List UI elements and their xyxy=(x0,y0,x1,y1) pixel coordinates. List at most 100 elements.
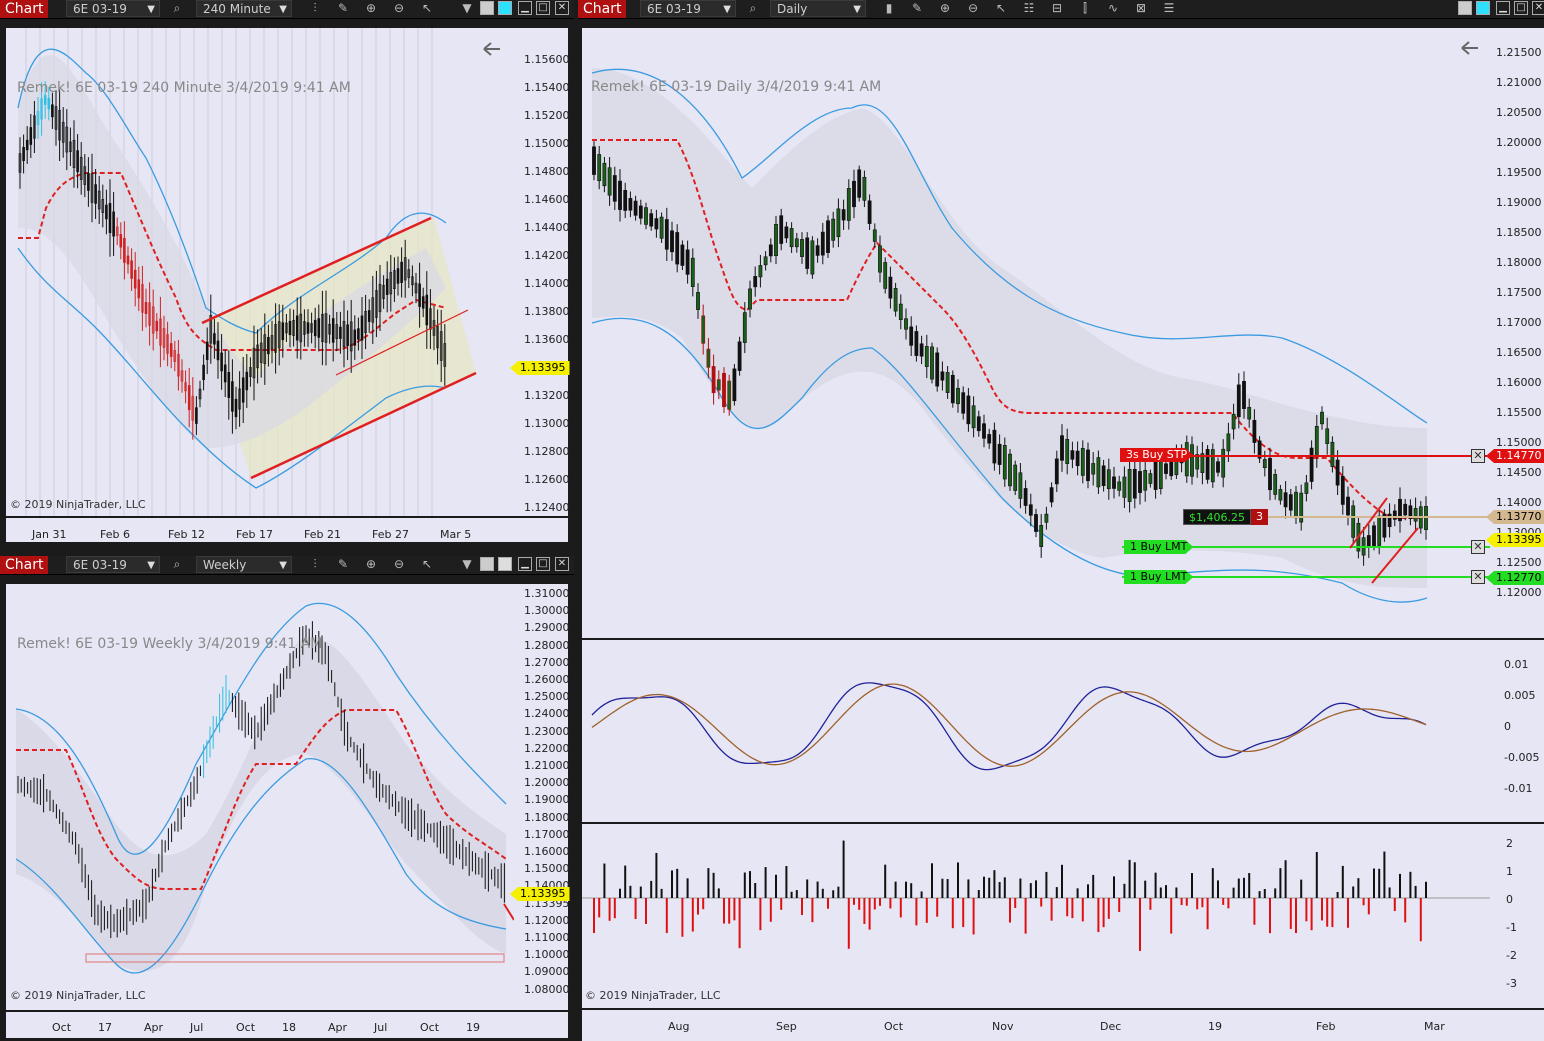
drawing-tool-icon[interactable]: ✎ xyxy=(336,557,350,571)
time-axis[interactable]: Oct 17 Apr Jul Oct 18 Apr Jul Oct 19 xyxy=(6,1012,568,1038)
candle-body xyxy=(353,329,357,346)
candle-body xyxy=(119,234,123,248)
chart-trader-icon[interactable]: ∿ xyxy=(1106,1,1120,15)
axis-tick-label: 0.005 xyxy=(1504,689,1536,702)
axis-tick-label: 1.15000 xyxy=(524,862,570,876)
tile-icon[interactable] xyxy=(1458,1,1472,15)
link-color-icon[interactable] xyxy=(1476,1,1490,15)
link-color-icon[interactable] xyxy=(498,557,512,571)
search-icon[interactable]: ⌕ xyxy=(170,557,184,571)
strategy-icon[interactable]: ⊟ xyxy=(1050,1,1064,15)
link-color-icon[interactable] xyxy=(498,1,512,15)
zoom-out-icon[interactable]: ⊖ xyxy=(392,1,406,15)
tile-icon[interactable] xyxy=(480,557,494,571)
maximize-icon[interactable]: □ xyxy=(1514,1,1528,15)
axis-tick-label: 1.14600 xyxy=(524,193,570,206)
candle-body xyxy=(202,364,205,381)
price-axis[interactable]: 1.21500 1.21000 1.20500 1.20000 1.19500 1.190… xyxy=(1486,28,1544,638)
price-panel[interactable]: Remek! 6E 03-19 Daily 3/4/2019 9:41 AM 3… xyxy=(582,28,1490,638)
chart-toolbar: Chart 6E 03-19 ▼ ⌕ Weekly ▼ ⫶ ✎ ⊕ ⊖ ↖ ▼ ▁ … xyxy=(0,556,574,575)
candle-body xyxy=(1106,469,1111,490)
instrument-selector[interactable]: 6E 03-19 ▼ xyxy=(640,0,736,17)
data-box-icon[interactable]: ⊠ xyxy=(1134,1,1148,15)
bar-type-icon[interactable]: ⫶ xyxy=(308,557,322,571)
close-icon[interactable]: ✕ xyxy=(1532,1,1544,15)
candle-body xyxy=(1028,504,1033,516)
time-axis[interactable]: Aug Sep Oct Nov Dec 19 Feb Mar xyxy=(582,1010,1544,1041)
interval-selector[interactable]: Daily ▼ xyxy=(770,0,866,17)
maximize-icon[interactable]: □ xyxy=(536,557,550,571)
candle-body xyxy=(1002,445,1007,480)
cancel-limit-order-2-icon[interactable]: ✕ xyxy=(1471,570,1485,584)
pointer-icon[interactable]: ↖ xyxy=(994,1,1008,15)
back-arrow-icon[interactable] xyxy=(1461,41,1478,55)
cancel-limit-order-1-icon[interactable]: ✕ xyxy=(1471,540,1485,554)
dropdown-arrow-icon[interactable]: ▼ xyxy=(460,1,474,15)
bar-type-icon[interactable]: ⫶ xyxy=(308,1,322,15)
candle-body xyxy=(1242,381,1246,409)
price-axis[interactable]: 1.31000 1.30000 1.29000 1.28000 1.27000 1.260… xyxy=(510,584,570,1010)
histogram-axis[interactable]: 2 1 0 -1 -2 -3 xyxy=(1490,824,1544,1008)
pointer-icon[interactable]: ↖ xyxy=(420,557,434,571)
maximize-icon[interactable]: □ xyxy=(536,1,550,15)
candle-body xyxy=(680,244,685,266)
axis-tick-label: 1.13800 xyxy=(524,305,570,318)
interval-selector[interactable]: Weekly ▼ xyxy=(196,556,292,573)
buy-stop-order[interactable]: 3s Buy STP xyxy=(1120,448,1193,462)
axis-tick-label: -0.005 xyxy=(1504,751,1540,764)
cancel-stop-order-icon[interactable]: ✕ xyxy=(1471,449,1485,463)
axis-tick-label: Jan 31 xyxy=(32,528,67,541)
price-plot-svg xyxy=(591,41,1490,603)
back-arrow-icon[interactable] xyxy=(483,42,500,56)
price-panel[interactable]: Remek! 6E 03-19 Weekly 3/4/2019 9:41 AM … xyxy=(6,584,514,1010)
minimize-icon[interactable]: ▁ xyxy=(1496,1,1510,15)
buy-limit-order-2[interactable]: 1 Buy LMT xyxy=(1124,570,1193,584)
minimize-icon[interactable]: ▁ xyxy=(518,557,532,571)
chart-menu-button[interactable]: Chart xyxy=(0,0,49,18)
search-icon[interactable]: ⌕ xyxy=(746,1,760,15)
oscillator-axis[interactable]: 0.01 0.005 0 -0.005 -0.01 xyxy=(1490,640,1544,822)
candle-body xyxy=(1325,428,1330,444)
axis-tick-label: 1.13200 xyxy=(524,389,570,402)
drawing-tool-icon[interactable]: ✎ xyxy=(336,1,350,15)
axis-tick-label: 1.14200 xyxy=(524,249,570,262)
zoom-out-icon[interactable]: ⊖ xyxy=(392,557,406,571)
instrument-selector[interactable]: 6E 03-19 ▼ xyxy=(66,0,160,17)
candle-body xyxy=(659,216,664,239)
axis-tick-label: 1.15000 xyxy=(524,137,570,150)
axis-tick-label: Oct xyxy=(420,1021,440,1034)
minimize-icon[interactable]: ▁ xyxy=(518,1,532,15)
properties-icon[interactable]: ☷ xyxy=(1022,1,1036,15)
candle-body xyxy=(1392,510,1397,520)
zoom-in-icon[interactable]: ⊕ xyxy=(364,557,378,571)
zoom-out-icon[interactable]: ⊖ xyxy=(966,1,980,15)
search-icon[interactable]: ⌕ xyxy=(170,1,184,15)
chart-menu-button[interactable]: Chart xyxy=(0,556,49,574)
interval-selector[interactable]: 240 Minute ▼ xyxy=(196,0,292,17)
tile-icon[interactable] xyxy=(480,1,494,15)
instrument-selector[interactable]: 6E 03-19 ▼ xyxy=(66,556,160,573)
axis-tick-label: 1.10000 xyxy=(524,948,570,962)
candle-body xyxy=(1236,384,1241,418)
zoom-in-icon[interactable]: ⊕ xyxy=(938,1,952,15)
axis-tick-label: 1.13600 xyxy=(524,333,570,346)
chart-menu-button[interactable]: Chart xyxy=(578,0,627,18)
bar-type-icon[interactable]: ▮ xyxy=(882,1,896,15)
price-panel[interactable]: Remek! 6E 03-19 240 Minute 3/4/2019 9:41… xyxy=(6,28,514,516)
oscillator-panel[interactable] xyxy=(582,640,1490,822)
candle-body xyxy=(919,343,924,357)
histogram-panel[interactable]: © 2019 NinjaTrader, LLC xyxy=(582,824,1490,1008)
time-axis[interactable]: Jan 31 Feb 6 Feb 12 Feb 17 Feb 21 Feb 27 Mar 5 xyxy=(6,518,568,542)
dropdown-arrow-icon[interactable]: ▼ xyxy=(460,557,474,571)
indicators-icon[interactable]: ⫿ xyxy=(1078,1,1092,15)
templates-icon[interactable]: ☰ xyxy=(1162,1,1176,15)
drawing-tool-icon[interactable]: ✎ xyxy=(910,1,924,15)
price-axis[interactable]: 1.15600 1.15400 1.15200 1.15000 1.14800 1.146… xyxy=(510,28,570,516)
histogram-svg xyxy=(582,840,1490,951)
pointer-icon[interactable]: ↖ xyxy=(420,1,434,15)
zoom-in-icon[interactable]: ⊕ xyxy=(364,1,378,15)
buy-limit-order-1[interactable]: 1 Buy LMT xyxy=(1124,540,1193,554)
close-icon[interactable]: ✕ xyxy=(555,557,569,571)
pnl-badge[interactable]: $1,406.25 3 xyxy=(1183,509,1268,525)
close-icon[interactable]: ✕ xyxy=(555,1,569,15)
